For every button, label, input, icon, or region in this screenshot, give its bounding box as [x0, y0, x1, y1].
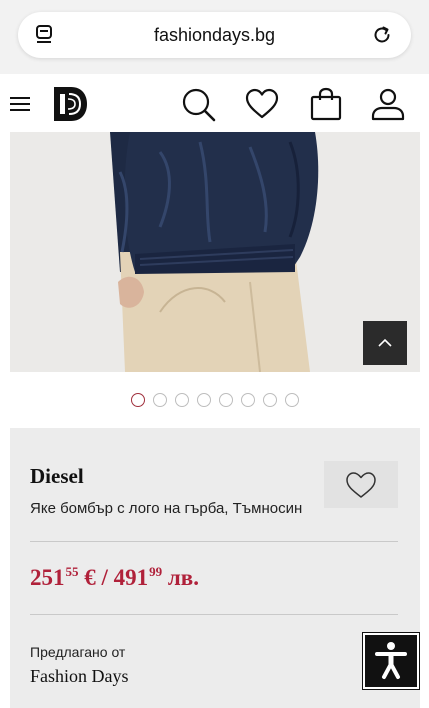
gallery-dot[interactable]	[131, 393, 145, 407]
price-separator: /	[101, 565, 108, 590]
accessibility-button[interactable]	[362, 632, 420, 690]
logo[interactable]	[51, 85, 89, 123]
product-title: Яке бомбър с лого на гърба, Тъмносин	[30, 500, 303, 517]
menu-icon[interactable]	[10, 96, 30, 112]
product-image[interactable]	[10, 132, 420, 372]
gallery-dot[interactable]	[241, 393, 255, 407]
user-icon[interactable]	[370, 86, 406, 122]
accessibility-icon	[375, 642, 407, 679]
gallery-dot[interactable]	[263, 393, 277, 407]
price-eur-dec: 55	[65, 564, 79, 579]
price-eur-int: 251	[30, 565, 65, 590]
chevron-up-icon	[378, 338, 392, 347]
seller-name[interactable]: Fashion Days	[30, 666, 129, 687]
scroll-to-top-button[interactable]	[363, 321, 407, 365]
browser-toolbar: fashiondays.bg	[0, 0, 429, 74]
gallery-dot[interactable]	[175, 393, 189, 407]
gallery-dot[interactable]	[285, 393, 299, 407]
offered-by-label: Предлагано от	[30, 644, 126, 660]
heart-icon[interactable]	[244, 86, 280, 122]
heart-icon	[346, 472, 376, 498]
gallery-dot[interactable]	[197, 393, 211, 407]
price-bgn-dec: 99	[149, 564, 163, 579]
product-info-panel: Diesel Яке бомбър с лого на гърба, Тъмно…	[10, 428, 420, 708]
product-brand[interactable]: Diesel	[30, 464, 84, 489]
divider	[30, 541, 398, 542]
search-icon[interactable]	[180, 86, 216, 122]
gallery-dot[interactable]	[219, 393, 233, 407]
gallery-dot[interactable]	[153, 393, 167, 407]
site-header	[0, 74, 429, 132]
reload-icon[interactable]	[371, 24, 393, 46]
price-bgn-symbol: лв.	[167, 565, 199, 590]
product-price: 25155 € / 49199 лв.	[30, 564, 199, 591]
add-to-wishlist-button[interactable]	[324, 461, 398, 508]
address-bar[interactable]: fashiondays.bg	[18, 12, 411, 58]
divider	[30, 614, 398, 615]
bag-icon[interactable]	[308, 86, 344, 122]
product-photo	[10, 132, 420, 372]
price-bgn-int: 491	[113, 565, 149, 590]
url-text[interactable]: fashiondays.bg	[18, 25, 411, 46]
price-eur-symbol: €	[84, 565, 96, 590]
